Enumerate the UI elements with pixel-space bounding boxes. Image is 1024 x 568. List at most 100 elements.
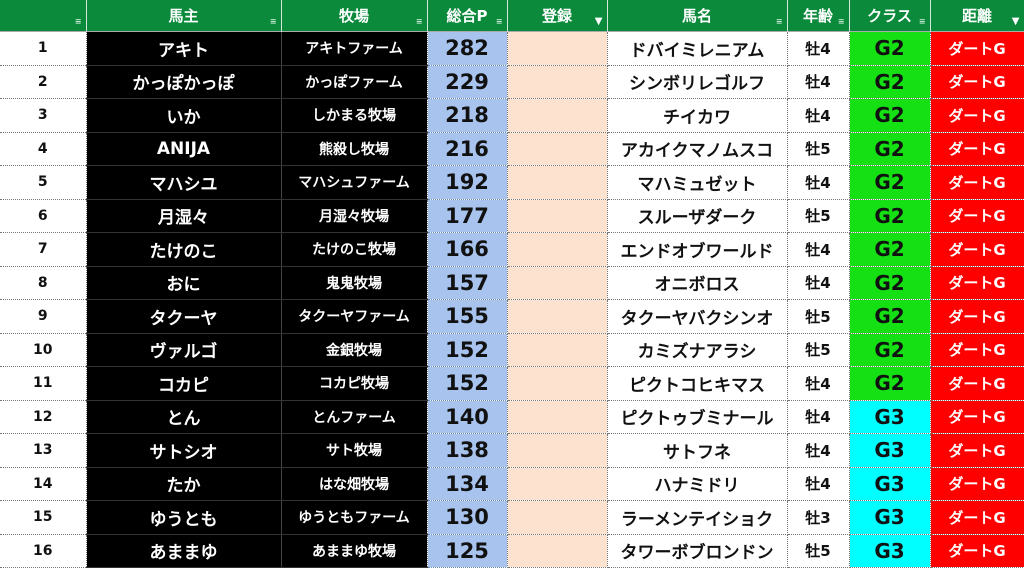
rank-cell[interactable]: 10 [0, 333, 87, 367]
age-cell[interactable]: 牡4 [787, 467, 850, 501]
registered-cell[interactable] [507, 98, 608, 133]
filter-sort-icon[interactable]: ≡ [416, 18, 423, 26]
registered-cell[interactable] [507, 433, 608, 468]
farm-cell[interactable]: マハシュファーム [281, 165, 428, 200]
farm-cell[interactable]: 金銀牧場 [281, 333, 428, 367]
horse-name-cell[interactable]: マハミュゼット [607, 165, 788, 200]
class-cell[interactable]: G3 [849, 400, 931, 434]
points-cell[interactable]: 282 [427, 31, 508, 66]
points-cell[interactable]: 216 [427, 132, 508, 166]
farm-cell[interactable]: 鬼鬼牧場 [281, 266, 428, 300]
registered-cell[interactable] [507, 31, 608, 66]
rank-cell[interactable]: 1 [0, 31, 87, 66]
age-cell[interactable]: 牡5 [787, 534, 850, 568]
column-header-no[interactable]: ≡ [0, 0, 87, 32]
column-header-farm[interactable]: 牧場 ≡ [281, 0, 428, 32]
rank-cell[interactable]: 3 [0, 98, 87, 133]
column-header-horse[interactable]: 馬名 ≡ [607, 0, 788, 32]
horse-name-cell[interactable]: タクーヤバクシンオ [607, 299, 788, 334]
distance-cell[interactable]: ダートG [930, 266, 1024, 300]
points-cell[interactable]: 166 [427, 232, 508, 267]
distance-cell[interactable]: ダートG [930, 366, 1024, 401]
filter-sort-icon[interactable]: ≡ [919, 18, 926, 26]
registered-cell[interactable] [507, 366, 608, 401]
owner-cell[interactable]: ゆうとも [86, 500, 282, 535]
points-cell[interactable]: 229 [427, 65, 508, 99]
owner-cell[interactable]: コカピ [86, 366, 282, 401]
rank-cell[interactable]: 12 [0, 400, 87, 434]
farm-cell[interactable]: コカピ牧場 [281, 366, 428, 401]
rank-cell[interactable]: 11 [0, 366, 87, 401]
horse-name-cell[interactable]: ドバイミレニアム [607, 31, 788, 66]
owner-cell[interactable]: かっぽかっぽ [86, 65, 282, 99]
age-cell[interactable]: 牡4 [787, 65, 850, 99]
points-cell[interactable]: 125 [427, 534, 508, 568]
class-cell[interactable]: G2 [849, 132, 931, 166]
rank-cell[interactable]: 4 [0, 132, 87, 166]
owner-cell[interactable]: ヴァルゴ [86, 333, 282, 367]
farm-cell[interactable]: しかまる牧場 [281, 98, 428, 133]
column-header-owner[interactable]: 馬主 ≡ [86, 0, 282, 32]
distance-cell[interactable]: ダートG [930, 433, 1024, 468]
farm-cell[interactable]: タクーヤファーム [281, 299, 428, 334]
distance-cell[interactable]: ダートG [930, 165, 1024, 200]
farm-cell[interactable]: たけのこ牧場 [281, 232, 428, 267]
farm-cell[interactable]: サト牧場 [281, 433, 428, 468]
horse-name-cell[interactable]: タワーボブロンドン [607, 534, 788, 568]
horse-name-cell[interactable]: カミズナアラシ [607, 333, 788, 367]
class-cell[interactable]: G2 [849, 199, 931, 233]
owner-cell[interactable]: マハシユ [86, 165, 282, 200]
class-cell[interactable]: G3 [849, 500, 931, 535]
points-cell[interactable]: 192 [427, 165, 508, 200]
owner-cell[interactable]: おに [86, 266, 282, 300]
filter-funnel-icon[interactable]: ▼ [1012, 17, 1020, 27]
farm-cell[interactable]: とんファーム [281, 400, 428, 434]
age-cell[interactable]: 牡4 [787, 366, 850, 401]
age-cell[interactable]: 牡5 [787, 199, 850, 233]
column-header-registered[interactable]: 登録 ▼ [507, 0, 608, 32]
points-cell[interactable]: 177 [427, 199, 508, 233]
farm-cell[interactable]: 熊殺し牧場 [281, 132, 428, 166]
registered-cell[interactable] [507, 500, 608, 535]
farm-cell[interactable]: アキトファーム [281, 31, 428, 66]
farm-cell[interactable]: かっぽファーム [281, 65, 428, 99]
points-cell[interactable]: 130 [427, 500, 508, 535]
registered-cell[interactable] [507, 266, 608, 300]
filter-sort-icon[interactable]: ≡ [496, 18, 503, 26]
distance-cell[interactable]: ダートG [930, 98, 1024, 133]
horse-name-cell[interactable]: ラーメンテイショク [607, 500, 788, 535]
owner-cell[interactable]: あままゆ [86, 534, 282, 568]
distance-cell[interactable]: ダートG [930, 65, 1024, 99]
distance-cell[interactable]: ダートG [930, 400, 1024, 434]
rank-cell[interactable]: 2 [0, 65, 87, 99]
horse-name-cell[interactable]: アカイクマノムスコ [607, 132, 788, 166]
farm-cell[interactable]: はな畑牧場 [281, 467, 428, 501]
rank-cell[interactable]: 8 [0, 266, 87, 300]
rank-cell[interactable]: 7 [0, 232, 87, 267]
rank-cell[interactable]: 15 [0, 500, 87, 535]
distance-cell[interactable]: ダートG [930, 199, 1024, 233]
farm-cell[interactable]: ゆうともファーム [281, 500, 428, 535]
class-cell[interactable]: G2 [849, 366, 931, 401]
registered-cell[interactable] [507, 467, 608, 501]
horse-name-cell[interactable]: エンドオブワールド [607, 232, 788, 267]
filter-sort-icon[interactable]: ≡ [838, 18, 845, 26]
points-cell[interactable]: 140 [427, 400, 508, 434]
class-cell[interactable]: G2 [849, 165, 931, 200]
owner-cell[interactable]: サトシオ [86, 433, 282, 468]
registered-cell[interactable] [507, 400, 608, 434]
registered-cell[interactable] [507, 165, 608, 200]
class-cell[interactable]: G3 [849, 433, 931, 468]
farm-cell[interactable]: 月湿々牧場 [281, 199, 428, 233]
farm-cell[interactable]: あままゆ牧場 [281, 534, 428, 568]
filter-sort-icon[interactable]: ≡ [75, 18, 82, 26]
class-cell[interactable]: G2 [849, 65, 931, 99]
owner-cell[interactable]: いか [86, 98, 282, 133]
owner-cell[interactable]: タクーヤ [86, 299, 282, 334]
filter-funnel-icon[interactable]: ▼ [595, 17, 603, 27]
points-cell[interactable]: 157 [427, 266, 508, 300]
horse-name-cell[interactable]: ピクトコヒキマス [607, 366, 788, 401]
owner-cell[interactable]: アキト [86, 31, 282, 66]
points-cell[interactable]: 134 [427, 467, 508, 501]
class-cell[interactable]: G2 [849, 266, 931, 300]
